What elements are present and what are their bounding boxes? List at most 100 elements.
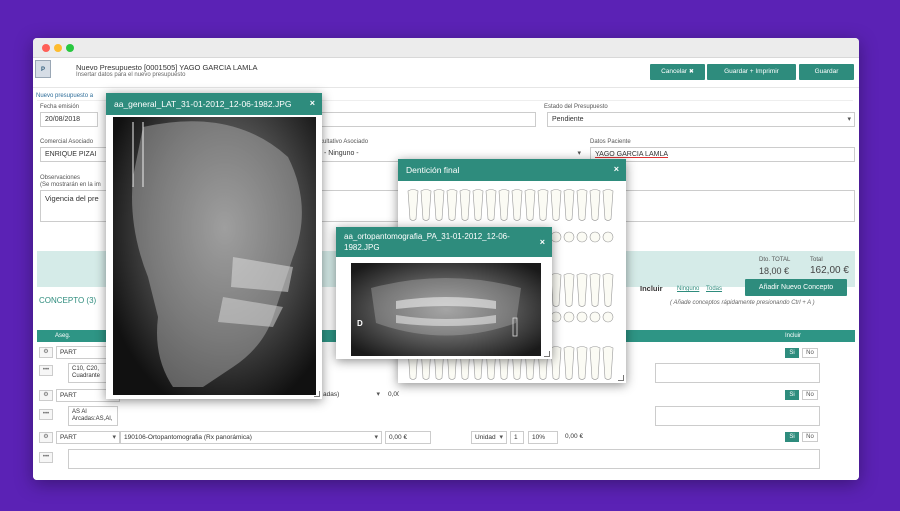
total-label: Total: [810, 257, 823, 263]
tooth: [537, 189, 549, 221]
cancel-label: Cancelar: [661, 68, 688, 75]
tooth: [563, 273, 575, 307]
gear-icon[interactable]: ⚙: [39, 432, 53, 443]
page-subtitle: Insertar datos para el nuevo presupuesto: [76, 72, 186, 78]
close-icon[interactable]: ×: [614, 164, 619, 174]
row3-concept-select[interactable]: 190106-Ortopantomografia (Rx panorámica): [120, 431, 382, 444]
tooth: [550, 231, 562, 243]
close-icon[interactable]: ×: [540, 237, 545, 248]
concepts-title: CONCEPTO (3): [39, 296, 97, 305]
tooth: [602, 231, 614, 243]
ellipsis-icon[interactable]: •••: [39, 452, 53, 463]
row3-textarea[interactable]: [68, 449, 820, 469]
row2-no-toggle[interactable]: No: [802, 390, 818, 400]
cancel-button[interactable]: Cancelar ✖: [650, 64, 705, 80]
jaw-silhouette: [371, 278, 521, 337]
orthopantomography-title: aa_ortopantomografia_PA_31-01-2012_12-06…: [344, 232, 510, 252]
tooth: [576, 273, 588, 307]
tooth: [563, 346, 575, 380]
row2-textarea[interactable]: [655, 406, 820, 426]
row2-concept-select[interactable]: adas): [320, 389, 383, 402]
window-titlebar: [33, 38, 859, 58]
paciente-label: Datos Paciente: [590, 139, 631, 145]
todas-link[interactable]: Todas: [706, 286, 722, 292]
cancel-x-icon: ✖: [688, 69, 694, 75]
dentition-title-bar[interactable]: Dentición final ×: [398, 159, 626, 181]
tooth: [589, 231, 601, 243]
close-icon[interactable]: ×: [310, 98, 315, 108]
resize-handle[interactable]: [314, 391, 320, 397]
dto-total-value: 18,00 €: [759, 266, 790, 276]
close-window-button[interactable]: [42, 44, 50, 52]
tooth: [563, 189, 575, 221]
estado-label: Estado del Presupuesto: [544, 104, 608, 110]
tooth: [446, 189, 458, 221]
breadcrumb[interactable]: Nuevo presupuesto a: [36, 93, 93, 99]
tooth: [563, 311, 575, 323]
tooth: [589, 346, 601, 380]
row3-si-toggle[interactable]: Si: [785, 432, 799, 442]
page-header: P Nuevo Presupuesto [0001505] YAGO GARCI…: [33, 58, 859, 88]
tooth: [420, 189, 432, 221]
orthopantomography-image: D: [351, 263, 541, 356]
tooth: [602, 311, 614, 323]
resize-handle[interactable]: [544, 351, 550, 357]
tooth: [576, 231, 588, 243]
col-aseg-text: Aseg.: [55, 333, 71, 339]
paciente-field[interactable]: YAGO GARCIA LAMLA: [590, 147, 855, 162]
maximize-window-button[interactable]: [66, 44, 74, 52]
tooth: [550, 311, 562, 323]
gear-icon[interactable]: ⚙: [39, 347, 53, 358]
row2-price[interactable]: 0,00: [385, 389, 399, 402]
row2-notes[interactable]: AS Al Arcadas:AS,Al,: [68, 406, 118, 426]
side-marker: D: [357, 319, 363, 328]
row1-no-toggle[interactable]: No: [802, 348, 818, 358]
tooth: [550, 273, 562, 307]
row3-unit-select[interactable]: Unidad: [471, 431, 507, 444]
ellipsis-icon[interactable]: •••: [39, 409, 53, 420]
tooth: [602, 346, 614, 380]
tooth: [524, 189, 536, 221]
tooth: [563, 231, 575, 243]
lateral-xray-image: [113, 117, 316, 395]
skull-silhouette: [132, 121, 302, 388]
add-concept-button[interactable]: Añadir Nuevo Concepto: [745, 279, 847, 296]
tooth: [576, 346, 588, 380]
resize-handle[interactable]: [618, 375, 624, 381]
incluir-label: Incluir: [640, 284, 663, 293]
tooth: [407, 189, 419, 221]
orthopantomography-title-bar[interactable]: aa_ortopantomografia_PA_31-01-2012_12-06…: [336, 227, 552, 257]
row1-si-toggle[interactable]: Si: [785, 348, 799, 358]
dto-total-label: Dto. TOTAL: [759, 257, 791, 263]
save-print-button[interactable]: Guardar + Imprimir: [707, 64, 796, 80]
minimize-window-button[interactable]: [54, 44, 62, 52]
tooth: [511, 189, 523, 221]
comercial-label: Comercial Asociado: [40, 139, 94, 145]
row3-price[interactable]: 0,00 €: [385, 431, 431, 444]
orthopantomography-modal[interactable]: aa_ortopantomografia_PA_31-01-2012_12-06…: [336, 227, 552, 359]
blank-field[interactable]: [320, 112, 536, 127]
fecha-input[interactable]: 20/08/2018: [40, 112, 98, 127]
save-button[interactable]: Guardar: [799, 64, 854, 80]
row3-qty[interactable]: 1: [510, 431, 524, 444]
row3-no-toggle[interactable]: No: [802, 432, 818, 442]
page-title: Nuevo Presupuesto [0001505] YAGO GARCIA …: [76, 63, 258, 72]
shortcut-hint: ( Añade conceptos rápidamente presionand…: [670, 300, 815, 306]
lateral-xray-title-bar[interactable]: aa_general_LAT_31-01-2012_12-06-1982.JPG…: [106, 93, 322, 115]
observaciones-label: Observaciones: [40, 175, 81, 181]
row1-textarea[interactable]: [655, 363, 820, 383]
row3-type-select[interactable]: PART: [56, 431, 120, 444]
tooth: [602, 273, 614, 307]
gear-icon[interactable]: ⚙: [39, 390, 53, 401]
total-value: 162,00 €: [810, 265, 849, 276]
ninguno-link[interactable]: Ninguno: [677, 286, 699, 292]
ellipsis-icon[interactable]: •••: [39, 365, 53, 376]
row1-notes[interactable]: C10, C20, Cuadrante: [68, 363, 108, 383]
row2-si-toggle[interactable]: Si: [785, 390, 799, 400]
tooth: [589, 273, 601, 307]
lateral-xray-modal[interactable]: aa_general_LAT_31-01-2012_12-06-1982.JPG…: [106, 93, 322, 399]
col-incluir: Incluir: [785, 333, 802, 339]
tooth: [472, 189, 484, 221]
row3-dto[interactable]: 10%: [528, 431, 558, 444]
estado-select[interactable]: Pendiente: [547, 112, 855, 127]
